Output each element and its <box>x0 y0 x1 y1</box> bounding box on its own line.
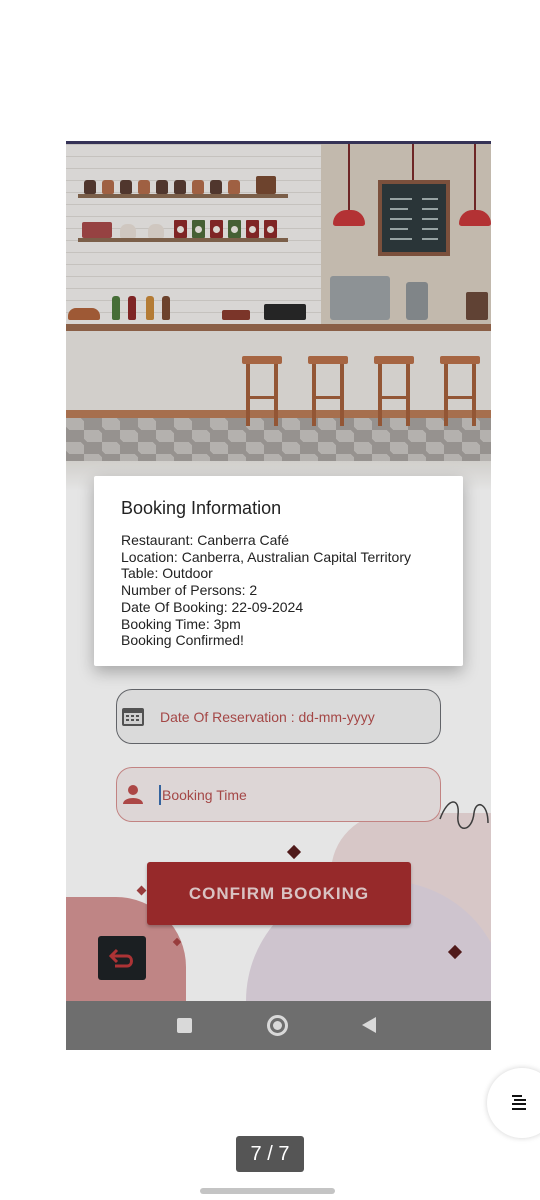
home-indicator[interactable] <box>200 1188 335 1194</box>
dialog-title: Booking Information <box>121 498 282 518</box>
viewer-menu-button[interactable] <box>487 1068 540 1138</box>
dialog-body: Restaurant: Canberra Café Location: Canb… <box>121 532 411 649</box>
menu-lines-icon <box>512 1095 526 1110</box>
phone-screenshot: Date Of Reservation : dd-mm-yyyy Booking… <box>66 141 491 1050</box>
location-line: Location: Canberra, Australian Capital T… <box>121 548 412 565</box>
confirmed-line: Booking Confirmed! <box>121 632 244 649</box>
page-indicator: 7 / 7 <box>236 1136 304 1172</box>
date-line: Date Of Booking: 22-09-2024 <box>121 598 304 615</box>
restaurant-line: Restaurant: Canberra Café <box>121 532 290 548</box>
time-line: Booking Time: 3pm <box>121 615 241 632</box>
persons-line: Number of Persons: 2 <box>121 582 258 599</box>
table-line: Table: Outdoor <box>121 565 213 582</box>
booking-info-dialog: Booking Information Restaurant: Canberra… <box>94 476 463 666</box>
